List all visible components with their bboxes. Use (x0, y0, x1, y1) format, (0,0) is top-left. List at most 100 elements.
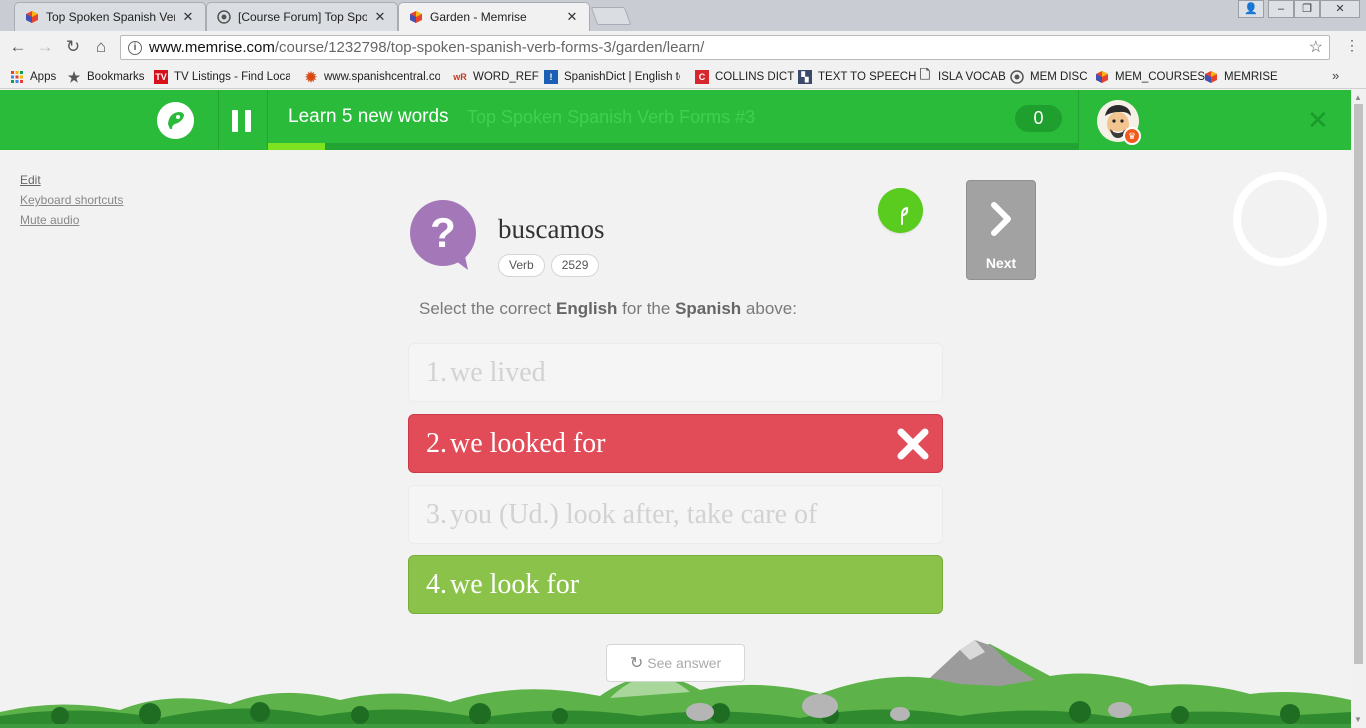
tv-guide-icon: TV (154, 70, 168, 84)
header-divider (1078, 90, 1079, 150)
see-answer-label: See answer (647, 655, 722, 671)
minimize-icon[interactable]: – (1268, 0, 1294, 18)
choice-number: 3. (426, 499, 447, 530)
bookmark-spanishdict[interactable]: ! SpanishDict | English to (544, 68, 680, 86)
session-progress-fill (268, 143, 325, 150)
tab-title: Garden - Memrise (430, 10, 527, 24)
answer-choice-3[interactable]: 3. you (Ud.) look after, take care of (408, 485, 943, 544)
collins-icon: C (695, 70, 709, 84)
pause-icon[interactable] (232, 110, 252, 132)
part-of-speech-tag: Verb (498, 254, 545, 277)
bookmark-tv-listings[interactable]: TV TV Listings - Find Local (154, 68, 290, 86)
choice-text: you (Ud.) look after, take care of (450, 499, 818, 530)
frequency-rank-tag: 2529 (550, 254, 600, 277)
course-title: Top Spoken Spanish Verb Forms #3 (467, 107, 756, 127)
prompt-text: for the (617, 299, 676, 318)
close-session-icon[interactable]: ✕ (1307, 107, 1329, 133)
new-tab-button[interactable] (590, 7, 632, 25)
bookmark-spanishcentral[interactable]: ✹ www.spanishcentral.cor (304, 68, 440, 86)
choice-number: 4. (426, 569, 447, 600)
answer-choice-1[interactable]: 1. we lived (408, 343, 943, 402)
bookmark-wordref[interactable]: wR WORD_REF (453, 68, 539, 86)
memrise-page: Learn 5 new words Top Spoken Spanish Ver… (0, 90, 1351, 728)
score-counter: 0 (1015, 105, 1062, 132)
document-icon: 🗋 (919, 68, 931, 82)
forward-icon[interactable]: → (34, 36, 56, 58)
svg-text:?: ? (430, 209, 456, 256)
next-button-label: Next (985, 255, 1017, 271)
back-icon[interactable]: ← (7, 36, 29, 58)
bookmark-label: MEMRISE (1224, 71, 1278, 83)
bookmark-apps[interactable]: Apps (10, 68, 56, 86)
next-button[interactable]: Next (966, 180, 1036, 280)
gear-icon: ✹ (305, 68, 317, 85)
tab-close-icon[interactable]: ✕ (181, 9, 195, 25)
bookmark-label: Bookmarks (87, 71, 145, 83)
session-progress-bar (268, 143, 1078, 150)
prompt-text: above: (741, 299, 797, 318)
scroll-up-icon[interactable]: ▲ (1354, 93, 1362, 102)
prompt-text: Select the correct (419, 299, 557, 318)
choice-number: 1. (426, 357, 447, 388)
bookmark-label: TEXT TO SPEECH (818, 71, 917, 83)
bookmarks-overflow-icon[interactable]: » (1332, 68, 1339, 83)
bookmarks-bar: Apps ★ Bookmarks TV TV Listings - Find L… (0, 64, 1366, 89)
question-bubble-icon: ? (410, 200, 476, 270)
profile-icon[interactable]: 👤 (1238, 0, 1264, 18)
browser-tab-1[interactable]: Top Spoken Spanish Verb F ✕ (14, 2, 206, 31)
mute-audio-link[interactable]: Mute audio (20, 213, 123, 227)
bookmark-label: TV Listings - Find Local (174, 71, 290, 83)
star-icon: ★ (67, 68, 81, 85)
bookmark-label: ISLA VOCAB (938, 71, 1006, 83)
answer-choice-2[interactable]: 2. we looked for (408, 414, 943, 473)
bookmark-label: www.spanishcentral.cor (324, 71, 440, 83)
bookmark-text-to-speech[interactable]: ▚ TEXT TO SPEECH (798, 68, 916, 86)
info-icon[interactable]: i (128, 41, 142, 55)
bookmark-label: MEM DISC (1030, 71, 1088, 83)
bookmark-label: WORD_REF (473, 71, 539, 83)
tab-title: Top Spoken Spanish Verb F (46, 10, 175, 24)
browser-tab-3[interactable]: Garden - Memrise ✕ (398, 2, 590, 31)
tab-close-icon[interactable]: ✕ (565, 9, 579, 25)
answer-choice-4[interactable]: 4. we look for (408, 555, 943, 614)
page-scrollbar[interactable]: ▲ ▼ (1351, 90, 1366, 728)
see-answer-button[interactable]: ↻ See answer (606, 644, 745, 682)
bookmark-collins[interactable]: C COLLINS DICT (695, 68, 794, 86)
memrise-favicon-icon (26, 11, 38, 23)
apps-grid-icon (11, 71, 23, 83)
tab-close-icon[interactable]: ✕ (373, 9, 387, 25)
bookmark-label: Apps (30, 71, 57, 83)
browser-menu-icon[interactable]: ⋮ (1342, 37, 1362, 59)
bookmark-star-icon[interactable]: ☆ (1309, 36, 1323, 59)
crown-badge-icon: ♛ (1123, 127, 1141, 145)
address-bar[interactable]: i www.memrise.com/course/1232798/top-spo… (120, 35, 1330, 60)
browser-tab-bar: Top Spoken Spanish Verb F ✕ [Course Foru… (0, 0, 1366, 31)
refresh-icon: ↻ (629, 655, 644, 672)
edit-link[interactable]: Edit (20, 173, 123, 187)
forum-icon (1010, 70, 1024, 84)
restore-icon[interactable]: ❐ (1294, 0, 1320, 18)
bookmark-mem-courses[interactable]: MEM_COURSES (1095, 68, 1205, 86)
header-divider (267, 90, 268, 150)
sidebar-links: Edit Keyboard shortcuts Mute audio (20, 173, 123, 233)
bookmark-bookmarks[interactable]: ★ Bookmarks (67, 68, 145, 86)
wrong-cross-icon (897, 428, 929, 460)
keyboard-shortcuts-link[interactable]: Keyboard shortcuts (20, 193, 123, 207)
browser-tab-2[interactable]: [Course Forum] Top Spoke ✕ (206, 2, 398, 31)
scroll-down-icon[interactable]: ▼ (1354, 715, 1362, 724)
choice-text: we looked for (450, 428, 606, 459)
seed-plant-icon (878, 188, 923, 233)
scrollbar-thumb[interactable] (1354, 104, 1363, 664)
window-close-icon[interactable]: ✕ (1320, 0, 1360, 18)
bookmark-memrise[interactable]: MEMRISE (1204, 68, 1278, 86)
memrise-logo-icon[interactable] (157, 102, 194, 139)
url-path: /course/1232798/top-spoken-spanish-verb-… (274, 39, 705, 56)
url-host: www.memrise.com (149, 39, 275, 56)
home-icon[interactable]: ⌂ (90, 36, 112, 58)
bookmark-mem-disc[interactable]: MEM DISC (1010, 68, 1088, 86)
session-title: Learn 5 new words (288, 106, 449, 127)
bookmark-isla-vocab[interactable]: 🗋 ISLA VOCAB (918, 68, 1006, 86)
forum-favicon-icon (217, 10, 231, 24)
tab-title: [Course Forum] Top Spoke (238, 10, 367, 24)
reload-icon[interactable]: ↻ (62, 36, 84, 58)
